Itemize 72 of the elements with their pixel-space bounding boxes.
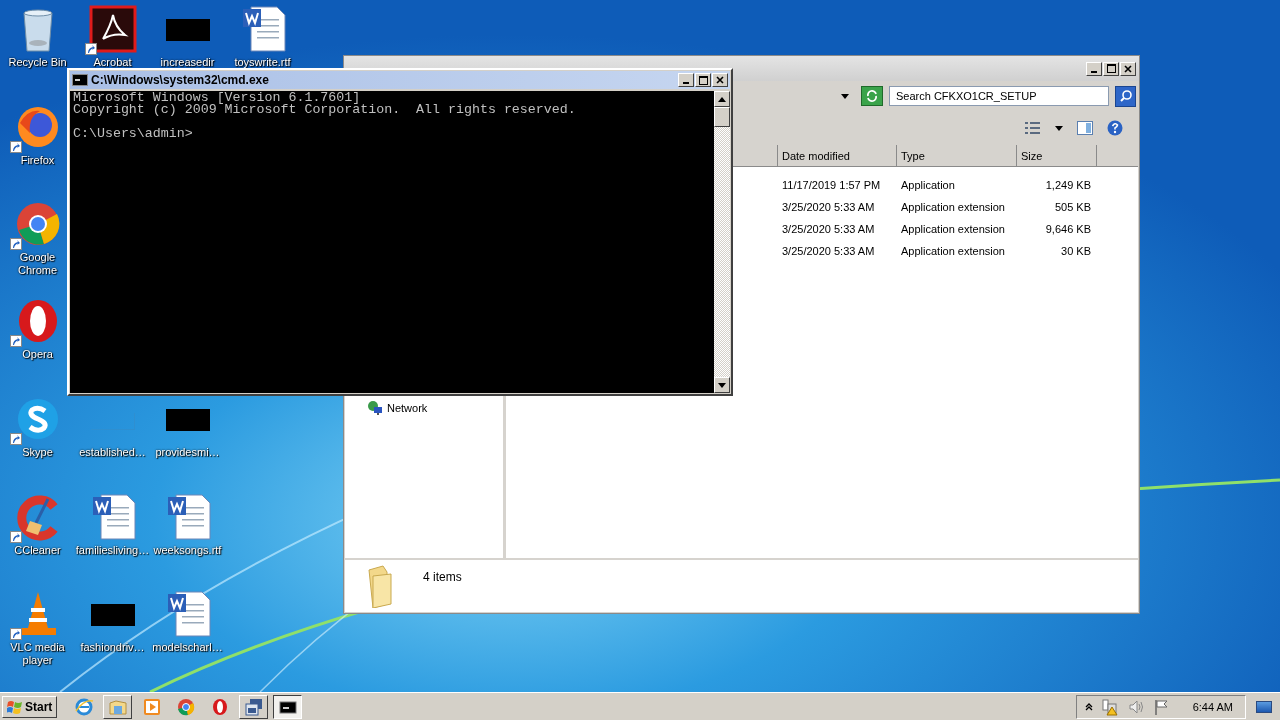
desktop-icon-label[interactable]: Acrobat [93, 56, 132, 69]
column-header[interactable]: Type [897, 145, 1017, 167]
desktop-icon-label[interactable]: Skype [22, 446, 53, 459]
desktop-icon-label[interactable]: CCleaner [14, 544, 61, 557]
tricolor-circle-icon [175, 696, 196, 717]
refresh-icon [865, 89, 879, 103]
table-cell-text: 9,646 KB [1044, 223, 1092, 235]
desktop-icon-label[interactable]: VLC media player [6, 641, 69, 667]
dropdown-arrow-icon[interactable] [841, 93, 849, 99]
refresh-button[interactable] [861, 86, 883, 106]
taskbar-button[interactable] [273, 694, 303, 719]
table-cell-text: Application extension [900, 201, 1006, 213]
scroll-up-button[interactable] [714, 91, 730, 107]
desktop-icon-label[interactable]: Firefox [20, 154, 55, 167]
table-cell-text: 3/25/2020 5:33 AM [781, 201, 876, 213]
desktop-icon-label[interactable]: modelscharl… [152, 641, 223, 654]
desktop-icon-label[interactable]: fashiondriv… [80, 641, 145, 654]
column-header[interactable]: Date modified [778, 145, 897, 167]
dropdown-arrow-icon[interactable] [1055, 125, 1063, 131]
maximize-button[interactable] [695, 73, 711, 87]
view-options-icon[interactable] [1025, 122, 1041, 134]
maximize-button[interactable] [1103, 61, 1119, 76]
clock[interactable]: 6:44 AM [1192, 700, 1233, 713]
e-globe-icon [73, 696, 94, 717]
scrollbar-thumb[interactable] [714, 107, 730, 127]
table-cell-text: Application extension [900, 245, 1006, 257]
windows-flag-icon [7, 698, 23, 715]
table-cell-text: 30 KB [1060, 245, 1092, 257]
search-button[interactable] [1115, 85, 1136, 107]
table-cell-text: 505 KB [1053, 201, 1092, 213]
minimize-button[interactable] [1086, 61, 1102, 76]
play-icon [141, 696, 162, 717]
desktop-icon-label[interactable]: Recycle Bin [8, 56, 67, 69]
help-icon[interactable] [1107, 120, 1123, 136]
terminal-icon [72, 74, 88, 86]
nav-item[interactable]: Network [345, 399, 503, 417]
item-count: 4 items [423, 570, 462, 584]
console-line: Microsoft Windows [Version 6.1.7601] [73, 92, 361, 104]
down-arrow-icon [718, 382, 726, 388]
table-cell-text: 11/17/2019 1:57 PM [781, 179, 882, 191]
desktop-icon-label[interactable]: Google Chrome [6, 251, 69, 277]
table-cell-text: 1,249 KB [1044, 179, 1092, 191]
table-cell-text: Application [900, 179, 956, 191]
search-icon [1118, 89, 1133, 103]
column-header[interactable]: Size [1017, 145, 1097, 167]
search-field[interactable]: Search CFKXO1CR_SETUP [889, 86, 1109, 106]
desktop-icon-label[interactable]: increasedir [160, 56, 215, 69]
desktop-icon-label[interactable]: toyswrite.rtf [234, 56, 291, 69]
preview-pane-icon[interactable] [1077, 121, 1093, 135]
document-swirl-icon[interactable] [88, 5, 137, 53]
minimize-button[interactable] [678, 73, 694, 87]
console-line: Copyright (c) 2009 Microsoft Corporation. All rights reserved. [73, 104, 577, 116]
window-title: C:\Windows\system32\cmd.exe [91, 73, 269, 87]
show-desktop-button[interactable] [1256, 700, 1272, 713]
close-icon [1124, 64, 1132, 73]
network-icon [367, 400, 383, 416]
up-arrow-icon [718, 96, 726, 102]
close-button[interactable] [712, 73, 728, 87]
close-button[interactable] [1120, 61, 1136, 76]
table-cell-text: Application extension [900, 223, 1006, 235]
start-button[interactable]: Start [2, 695, 58, 718]
close-icon [716, 76, 724, 84]
table-cell-text: 3/25/2020 5:33 AM [781, 245, 876, 257]
network-warning-icon[interactable] [1100, 697, 1119, 716]
table-cell-text: 3/25/2020 5:33 AM [781, 223, 876, 235]
desktop-icon-label[interactable]: established… [79, 446, 146, 459]
desktop-icon-label[interactable]: familiesliving… [75, 544, 150, 557]
chevron-up-icon[interactable] [1084, 702, 1093, 711]
console-prompt[interactable]: C:\Users\admin> [73, 128, 711, 140]
desktop-icon-label[interactable]: Opera [22, 348, 53, 361]
scroll-down-button[interactable] [714, 377, 730, 393]
window-stack-icon [243, 696, 264, 717]
